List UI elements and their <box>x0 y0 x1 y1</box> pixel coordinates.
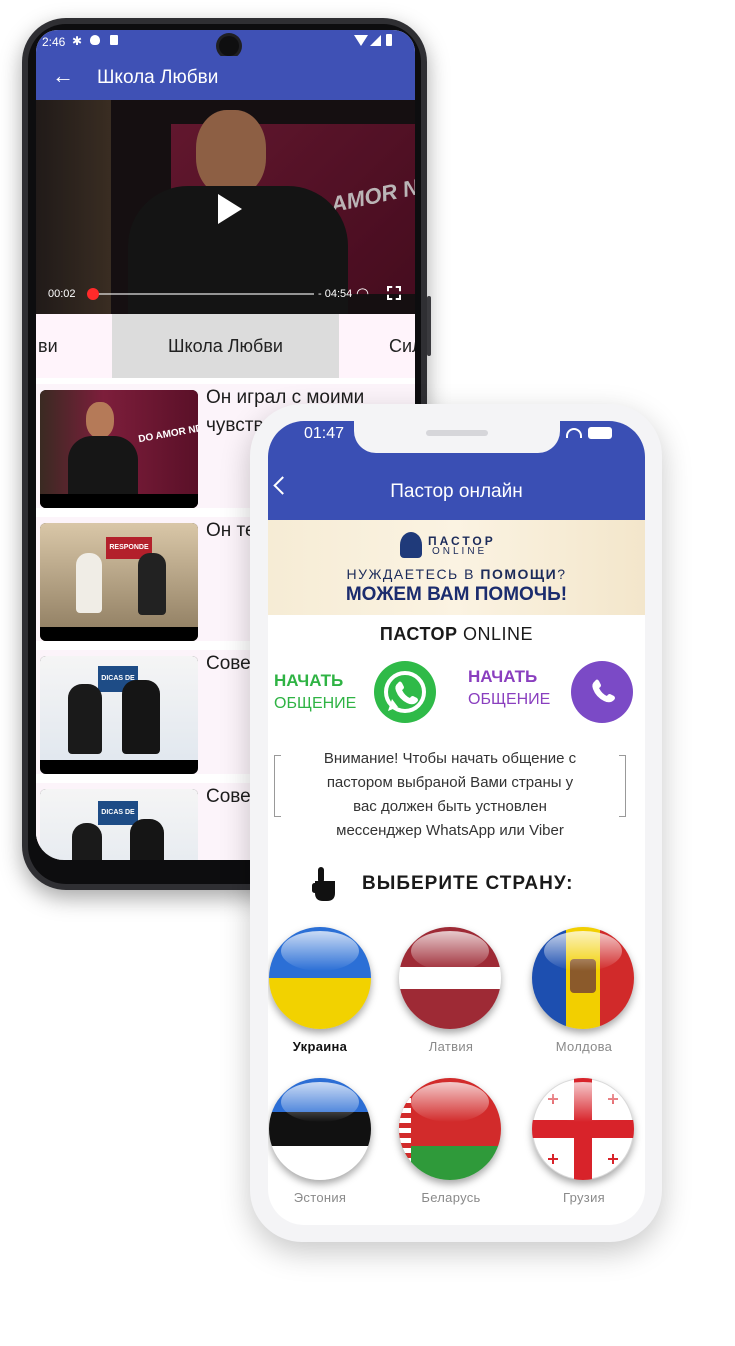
country-georgia[interactable]: Грузия <box>530 1076 642 1216</box>
wifi-icon <box>566 428 582 438</box>
android-status-bar: 2:46 ✱ <box>36 30 415 56</box>
notice-box: Внимание! Чтобы начать общение с пастором… <box>274 747 626 839</box>
page-title: Школа Любви <box>97 67 219 88</box>
pastor-logo-icon <box>400 532 422 558</box>
country-label: Грузия <box>563 1190 605 1205</box>
seek-thumb[interactable] <box>86 288 99 300</box>
viber-label-1: НАЧАТЬ <box>468 667 538 686</box>
country-estonia[interactable]: Эстония <box>268 1076 376 1216</box>
play-icon[interactable] <box>218 194 242 224</box>
ios-status-time: 01:47 <box>304 425 345 442</box>
ios-header: 01:47 Пастор онлайн <box>268 421 645 520</box>
whatsapp-icon <box>374 661 436 723</box>
status-time: 2:46 <box>42 35 66 49</box>
seek-bar[interactable] <box>86 288 314 300</box>
promo-banner: ПАСТОР ONLINE НУЖДАЕТЕСЬ В ПОМОЩИ? МОЖЕМ… <box>268 520 645 615</box>
country-label: Латвия <box>428 1039 474 1054</box>
settings-icon: ✱ <box>72 34 83 48</box>
sd-card-icon <box>110 35 118 45</box>
video-current-time: 00:02 <box>48 288 76 300</box>
country-ukraine[interactable]: Украина <box>268 925 376 1065</box>
page-title: Пастор онлайн <box>390 481 523 502</box>
country-label: Эстония <box>293 1190 347 1205</box>
whatsapp-label-1: НАЧАТЬ <box>274 671 344 690</box>
brand-title: ПАСТОР ONLINE <box>379 624 534 644</box>
battery-icon <box>588 427 612 439</box>
country-label: Беларусь <box>421 1190 481 1205</box>
back-arrow-icon[interactable]: ← <box>52 65 74 87</box>
power-button <box>427 296 431 356</box>
country-latvia[interactable]: Латвия <box>396 925 508 1065</box>
signal-icon <box>370 35 381 46</box>
viber-icon <box>571 661 633 723</box>
whatsapp-start-button[interactable]: НАЧАТЬ ОБЩЕНИЕ <box>274 661 444 735</box>
category-tabs: ви Школа Любви Сил <box>36 314 415 378</box>
wifi-icon <box>354 35 368 46</box>
banner-question: НУЖДАЕТЕСЬ В ПОМОЩИ? <box>346 566 567 582</box>
playback-speed-icon[interactable]: ◠ <box>356 284 369 302</box>
country-label: Украина <box>292 1039 348 1054</box>
video-player[interactable]: DO AMOR NDE 00:02 - 04:54 ◠ <box>36 100 415 314</box>
country-label: Молдова <box>555 1039 613 1054</box>
tab-next[interactable]: Сил <box>339 314 415 378</box>
banner-headline: МОЖЕМ ВАМ ПОМОЧЬ! <box>345 584 568 605</box>
whatsapp-label-2: ОБЩЕНИЕ <box>274 695 357 712</box>
viber-label-2: ОБЩЕНИЕ <box>468 691 551 708</box>
video-thumbnail: RESPONDE <box>40 523 198 641</box>
tab-selected[interactable]: Школа Любви <box>112 314 339 378</box>
notice-text: Внимание! Чтобы начать общение с пастором… <box>323 750 577 839</box>
belarus-flag <box>399 1078 501 1180</box>
shield-icon <box>90 35 100 45</box>
georgia-flag <box>532 1078 634 1180</box>
latvia-flag <box>399 927 501 1029</box>
video-thumbnail: DICAS DE AMOR <box>40 656 198 774</box>
country-belarus[interactable]: Беларусь <box>396 1076 508 1216</box>
notch <box>354 421 560 453</box>
pointer-hand-icon <box>312 867 338 901</box>
ukraine-flag <box>269 927 371 1029</box>
viber-start-button[interactable]: НАЧАТЬ ОБЩЕНИЕ <box>468 661 645 735</box>
country-moldova[interactable]: Молдова <box>530 925 642 1065</box>
belarus-ornament <box>399 1078 411 1180</box>
video-thumbnail: DO AMOR NDE <box>40 390 198 508</box>
front-camera <box>219 36 239 56</box>
fullscreen-icon[interactable] <box>387 286 401 300</box>
estonia-flag <box>269 1078 371 1180</box>
tab-previous[interactable]: ви <box>36 314 112 378</box>
moldova-flag <box>532 927 634 1029</box>
choose-country-heading: ВЫБЕРИТЕ СТРАНУ: <box>362 873 574 894</box>
logo-line2: ONLINE <box>432 546 488 557</box>
android-app-bar: ← Школа Любви <box>36 56 415 100</box>
iphone-screen: 01:47 Пастор онлайн ПАСТОР ONLINE НУЖДАЕ… <box>268 421 645 1225</box>
video-remaining-time: - 04:54 <box>318 288 353 300</box>
battery-icon <box>386 34 392 46</box>
video-thumbnail: DICAS DE AMOR <box>40 789 198 860</box>
